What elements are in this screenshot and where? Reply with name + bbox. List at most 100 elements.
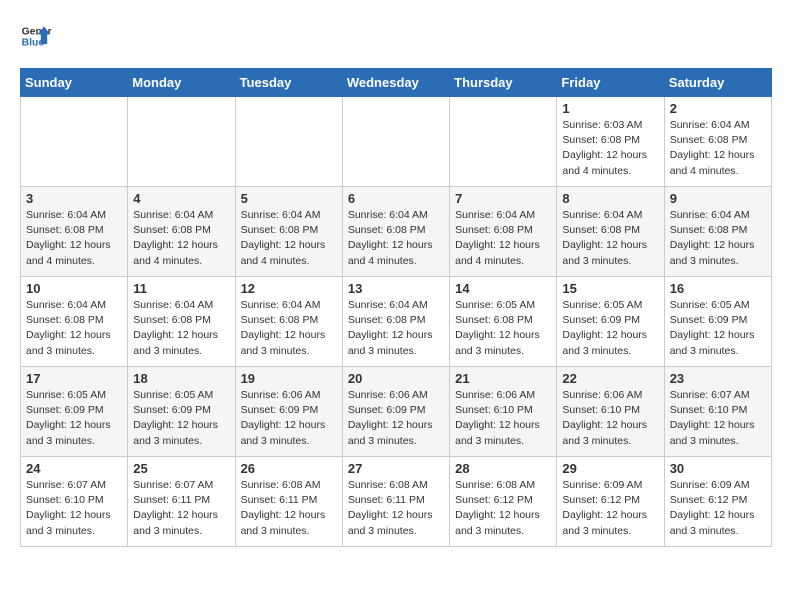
calendar-cell: 6 Sunrise: 6:04 AM Sunset: 6:08 PM Daylig… [342,187,449,277]
day-detail: Sunrise: 6:08 AM Sunset: 6:11 PM Dayligh… [348,478,444,539]
day-number: 5 [241,191,337,206]
day-detail: Sunrise: 6:09 AM Sunset: 6:12 PM Dayligh… [670,478,766,539]
calendar-cell: 11 Sunrise: 6:04 AM Sunset: 6:08 PM Dayli… [128,277,235,367]
day-detail: Sunrise: 6:04 AM Sunset: 6:08 PM Dayligh… [133,208,229,269]
day-number: 4 [133,191,229,206]
day-number: 24 [26,461,122,476]
day-number: 10 [26,281,122,296]
day-detail: Sunrise: 6:05 AM Sunset: 6:09 PM Dayligh… [562,298,658,359]
calendar-week-row: 10 Sunrise: 6:04 AM Sunset: 6:08 PM Dayli… [21,277,772,367]
weekday-header-row: SundayMondayTuesdayWednesdayThursdayFrid… [21,69,772,97]
calendar-cell: 25 Sunrise: 6:07 AM Sunset: 6:11 PM Dayli… [128,457,235,547]
day-detail: Sunrise: 6:08 AM Sunset: 6:12 PM Dayligh… [455,478,551,539]
calendar-cell: 21 Sunrise: 6:06 AM Sunset: 6:10 PM Dayli… [450,367,557,457]
calendar-week-row: 3 Sunrise: 6:04 AM Sunset: 6:08 PM Daylig… [21,187,772,277]
calendar-cell: 1 Sunrise: 6:03 AM Sunset: 6:08 PM Daylig… [557,97,664,187]
day-number: 16 [670,281,766,296]
day-number: 29 [562,461,658,476]
day-detail: Sunrise: 6:06 AM Sunset: 6:09 PM Dayligh… [348,388,444,449]
day-detail: Sunrise: 6:06 AM Sunset: 6:09 PM Dayligh… [241,388,337,449]
day-detail: Sunrise: 6:04 AM Sunset: 6:08 PM Dayligh… [562,208,658,269]
day-detail: Sunrise: 6:05 AM Sunset: 6:09 PM Dayligh… [133,388,229,449]
calendar-cell: 12 Sunrise: 6:04 AM Sunset: 6:08 PM Dayli… [235,277,342,367]
calendar-cell [128,97,235,187]
day-detail: Sunrise: 6:04 AM Sunset: 6:08 PM Dayligh… [348,298,444,359]
day-detail: Sunrise: 6:04 AM Sunset: 6:08 PM Dayligh… [455,208,551,269]
weekday-cell: Saturday [664,69,771,97]
calendar-cell: 8 Sunrise: 6:04 AM Sunset: 6:08 PM Daylig… [557,187,664,277]
weekday-cell: Thursday [450,69,557,97]
calendar-cell: 18 Sunrise: 6:05 AM Sunset: 6:09 PM Dayli… [128,367,235,457]
calendar-cell: 13Sunrise: 6:04 AM Sunset: 6:08 PM Dayli… [342,277,449,367]
calendar-cell: 28 Sunrise: 6:08 AM Sunset: 6:12 PM Dayli… [450,457,557,547]
day-detail: Sunrise: 6:05 AM Sunset: 6:08 PM Dayligh… [455,298,551,359]
calendar-cell: 22 Sunrise: 6:06 AM Sunset: 6:10 PM Dayli… [557,367,664,457]
day-number: 28 [455,461,551,476]
calendar-cell: 2 Sunrise: 6:04 AM Sunset: 6:08 PM Daylig… [664,97,771,187]
calendar-cell: 29 Sunrise: 6:09 AM Sunset: 6:12 PM Dayli… [557,457,664,547]
day-number: 19 [241,371,337,386]
calendar-cell: 23 Sunrise: 6:07 AM Sunset: 6:10 PM Dayli… [664,367,771,457]
day-detail: Sunrise: 6:09 AM Sunset: 6:12 PM Dayligh… [562,478,658,539]
day-detail: Sunrise: 6:05 AM Sunset: 6:09 PM Dayligh… [26,388,122,449]
calendar-cell: 10 Sunrise: 6:04 AM Sunset: 6:08 PM Dayli… [21,277,128,367]
day-number: 22 [562,371,658,386]
day-detail: Sunrise: 6:06 AM Sunset: 6:10 PM Dayligh… [562,388,658,449]
day-number: 15 [562,281,658,296]
calendar-cell: 15 Sunrise: 6:05 AM Sunset: 6:09 PM Dayli… [557,277,664,367]
calendar-cell: 19 Sunrise: 6:06 AM Sunset: 6:09 PM Dayli… [235,367,342,457]
day-number: 23 [670,371,766,386]
calendar-week-row: 24 Sunrise: 6:07 AM Sunset: 6:10 PM Dayli… [21,457,772,547]
day-number: 12 [241,281,337,296]
calendar-cell: 7 Sunrise: 6:04 AM Sunset: 6:08 PM Daylig… [450,187,557,277]
day-number: 27 [348,461,444,476]
day-number: 20 [348,371,444,386]
day-detail: Sunrise: 6:07 AM Sunset: 6:11 PM Dayligh… [133,478,229,539]
day-number: 8 [562,191,658,206]
day-number: 9 [670,191,766,206]
day-number: 18 [133,371,229,386]
day-number: 11 [133,281,229,296]
day-number: 21 [455,371,551,386]
day-detail: Sunrise: 6:06 AM Sunset: 6:10 PM Dayligh… [455,388,551,449]
day-detail: Sunrise: 6:04 AM Sunset: 6:08 PM Dayligh… [241,298,337,359]
weekday-cell: Friday [557,69,664,97]
day-number: 17 [26,371,122,386]
calendar-cell: 5Sunrise: 6:04 AM Sunset: 6:08 PM Daylig… [235,187,342,277]
page-header: General Blue [20,20,772,52]
weekday-cell: Monday [128,69,235,97]
weekday-cell: Wednesday [342,69,449,97]
calendar-cell: 3Sunrise: 6:04 AM Sunset: 6:08 PM Daylig… [21,187,128,277]
calendar-cell: 16Sunrise: 6:05 AM Sunset: 6:09 PM Dayli… [664,277,771,367]
day-detail: Sunrise: 6:07 AM Sunset: 6:10 PM Dayligh… [670,388,766,449]
calendar-cell [342,97,449,187]
day-number: 6 [348,191,444,206]
day-number: 14 [455,281,551,296]
calendar-cell: 26Sunrise: 6:08 AM Sunset: 6:11 PM Dayli… [235,457,342,547]
day-detail: Sunrise: 6:04 AM Sunset: 6:08 PM Dayligh… [670,118,766,179]
calendar-cell: 27 Sunrise: 6:08 AM Sunset: 6:11 PM Dayli… [342,457,449,547]
day-detail: Sunrise: 6:08 AM Sunset: 6:11 PM Dayligh… [241,478,337,539]
day-number: 2 [670,101,766,116]
day-detail: Sunrise: 6:04 AM Sunset: 6:08 PM Dayligh… [670,208,766,269]
calendar-cell: 20 Sunrise: 6:06 AM Sunset: 6:09 PM Dayli… [342,367,449,457]
calendar-week-row: 17 Sunrise: 6:05 AM Sunset: 6:09 PM Dayli… [21,367,772,457]
calendar-cell [21,97,128,187]
calendar-cell: 24 Sunrise: 6:07 AM Sunset: 6:10 PM Dayli… [21,457,128,547]
calendar-week-row: 1 Sunrise: 6:03 AM Sunset: 6:08 PM Daylig… [21,97,772,187]
calendar-cell [235,97,342,187]
day-detail: Sunrise: 6:04 AM Sunset: 6:08 PM Dayligh… [26,298,122,359]
weekday-cell: Tuesday [235,69,342,97]
day-detail: Sunrise: 6:03 AM Sunset: 6:08 PM Dayligh… [562,118,658,179]
day-detail: Sunrise: 6:04 AM Sunset: 6:08 PM Dayligh… [133,298,229,359]
calendar-cell: 4 Sunrise: 6:04 AM Sunset: 6:08 PM Daylig… [128,187,235,277]
day-detail: Sunrise: 6:07 AM Sunset: 6:10 PM Dayligh… [26,478,122,539]
calendar-table: SundayMondayTuesdayWednesdayThursdayFrid… [20,68,772,547]
day-number: 3 [26,191,122,206]
day-detail: Sunrise: 6:04 AM Sunset: 6:08 PM Dayligh… [348,208,444,269]
day-number: 25 [133,461,229,476]
day-number: 7 [455,191,551,206]
day-number: 1 [562,101,658,116]
logo-icon: General Blue [20,20,52,52]
calendar-cell: 14 Sunrise: 6:05 AM Sunset: 6:08 PM Dayli… [450,277,557,367]
